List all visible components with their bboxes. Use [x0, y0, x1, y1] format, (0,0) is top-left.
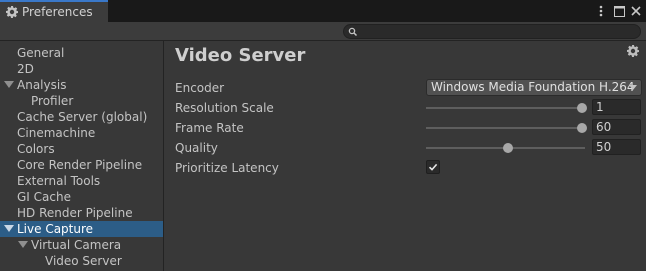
prioritize-latency-label: Prioritize Latency [175, 161, 279, 175]
prioritize-latency-checkbox[interactable] [426, 160, 440, 174]
sidebar-item-profiler[interactable]: Profiler [0, 93, 163, 109]
sidebar-item-cinemachine[interactable]: Cinemachine [0, 125, 163, 141]
sidebar-item-hd-render-pipeline[interactable]: HD Render Pipeline [0, 205, 163, 221]
gear-icon[interactable] [627, 45, 639, 57]
checkmark-icon [428, 163, 438, 171]
gear-icon [6, 6, 18, 18]
encoder-value: Windows Media Foundation H.264 [431, 80, 635, 94]
tab-title: Preferences [22, 5, 93, 19]
search-icon [348, 26, 358, 37]
sidebar-item-label: HD Render Pipeline [17, 206, 133, 220]
sidebar-item-label: Virtual Camera [31, 238, 122, 252]
sidebar-item-label: GI Cache [17, 190, 71, 204]
sidebar-item-label: Core Render Pipeline [17, 158, 143, 172]
sidebar-item-live-capture[interactable]: Live Capture [0, 221, 163, 237]
sidebar-item-label: External Tools [17, 174, 101, 188]
sidebar-item-video-server[interactable]: Video Server [0, 253, 163, 269]
sidebar-item-label: General [17, 46, 65, 60]
settings-panel: Video Server Encoder Windows Media Found… [165, 41, 646, 271]
quality-slider-thumb[interactable] [502, 143, 513, 153]
sidebar-item-gi-cache[interactable]: GI Cache [0, 189, 163, 205]
sidebar-item-label: Colors [17, 142, 55, 156]
expand-arrow-icon[interactable] [4, 225, 14, 232]
encoder-label: Encoder [175, 81, 225, 95]
sidebar-item-core-render-pipeline[interactable]: Core Render Pipeline [0, 157, 163, 173]
close-icon[interactable] [630, 4, 642, 18]
sidebar-item-label: 2D [17, 62, 34, 76]
title-bar: Preferences [0, 0, 646, 22]
sidebar-item-2d[interactable]: 2D [0, 61, 163, 77]
sidebar-item-label: Cinemachine [17, 126, 96, 140]
search-toolbar [0, 22, 646, 41]
preferences-sidebar: General 2D Analysis Profiler Cache Server (g… [0, 41, 164, 271]
preferences-tab[interactable]: Preferences [0, 0, 108, 22]
sidebar-item-analysis[interactable]: Analysis [0, 77, 163, 93]
search-input[interactable] [343, 24, 641, 39]
quality-field[interactable]: 50 [592, 139, 641, 155]
sidebar-item-label: Profiler [31, 94, 74, 108]
resolution-scale-field[interactable]: 1 [592, 99, 641, 115]
more-options-icon[interactable] [595, 4, 607, 18]
sidebar-item-cache-server-global[interactable]: Cache Server (global) [0, 109, 163, 125]
sidebar-item-label: Analysis [17, 78, 67, 92]
resolution-scale-label: Resolution Scale [175, 101, 274, 115]
quality-label: Quality [175, 141, 218, 155]
resolution-scale-slider[interactable] [426, 107, 585, 109]
resolution-scale-slider-thumb[interactable] [577, 103, 587, 113]
sidebar-item-external-tools[interactable]: External Tools [0, 173, 163, 189]
encoder-dropdown[interactable]: Windows Media Foundation H.264 [426, 79, 642, 96]
sidebar-item-label: Video Server [45, 254, 122, 268]
sidebar-item-label: Cache Server (global) [17, 110, 148, 124]
page-title: Video Server [175, 45, 306, 66]
frame-rate-label: Frame Rate [175, 121, 244, 135]
sidebar-item-colors[interactable]: Colors [0, 141, 163, 157]
expand-arrow-icon[interactable] [4, 81, 14, 88]
chevron-down-icon [629, 85, 637, 90]
frame-rate-slider[interactable] [426, 127, 585, 129]
sidebar-item-virtual-camera[interactable]: Virtual Camera [0, 237, 163, 253]
expand-arrow-icon[interactable] [18, 241, 28, 248]
sidebar-item-label: Live Capture [17, 222, 94, 236]
frame-rate-field[interactable]: 60 [592, 119, 641, 135]
maximize-icon[interactable] [613, 4, 625, 18]
frame-rate-slider-thumb[interactable] [577, 123, 587, 133]
sidebar-item-general[interactable]: General [0, 45, 163, 61]
